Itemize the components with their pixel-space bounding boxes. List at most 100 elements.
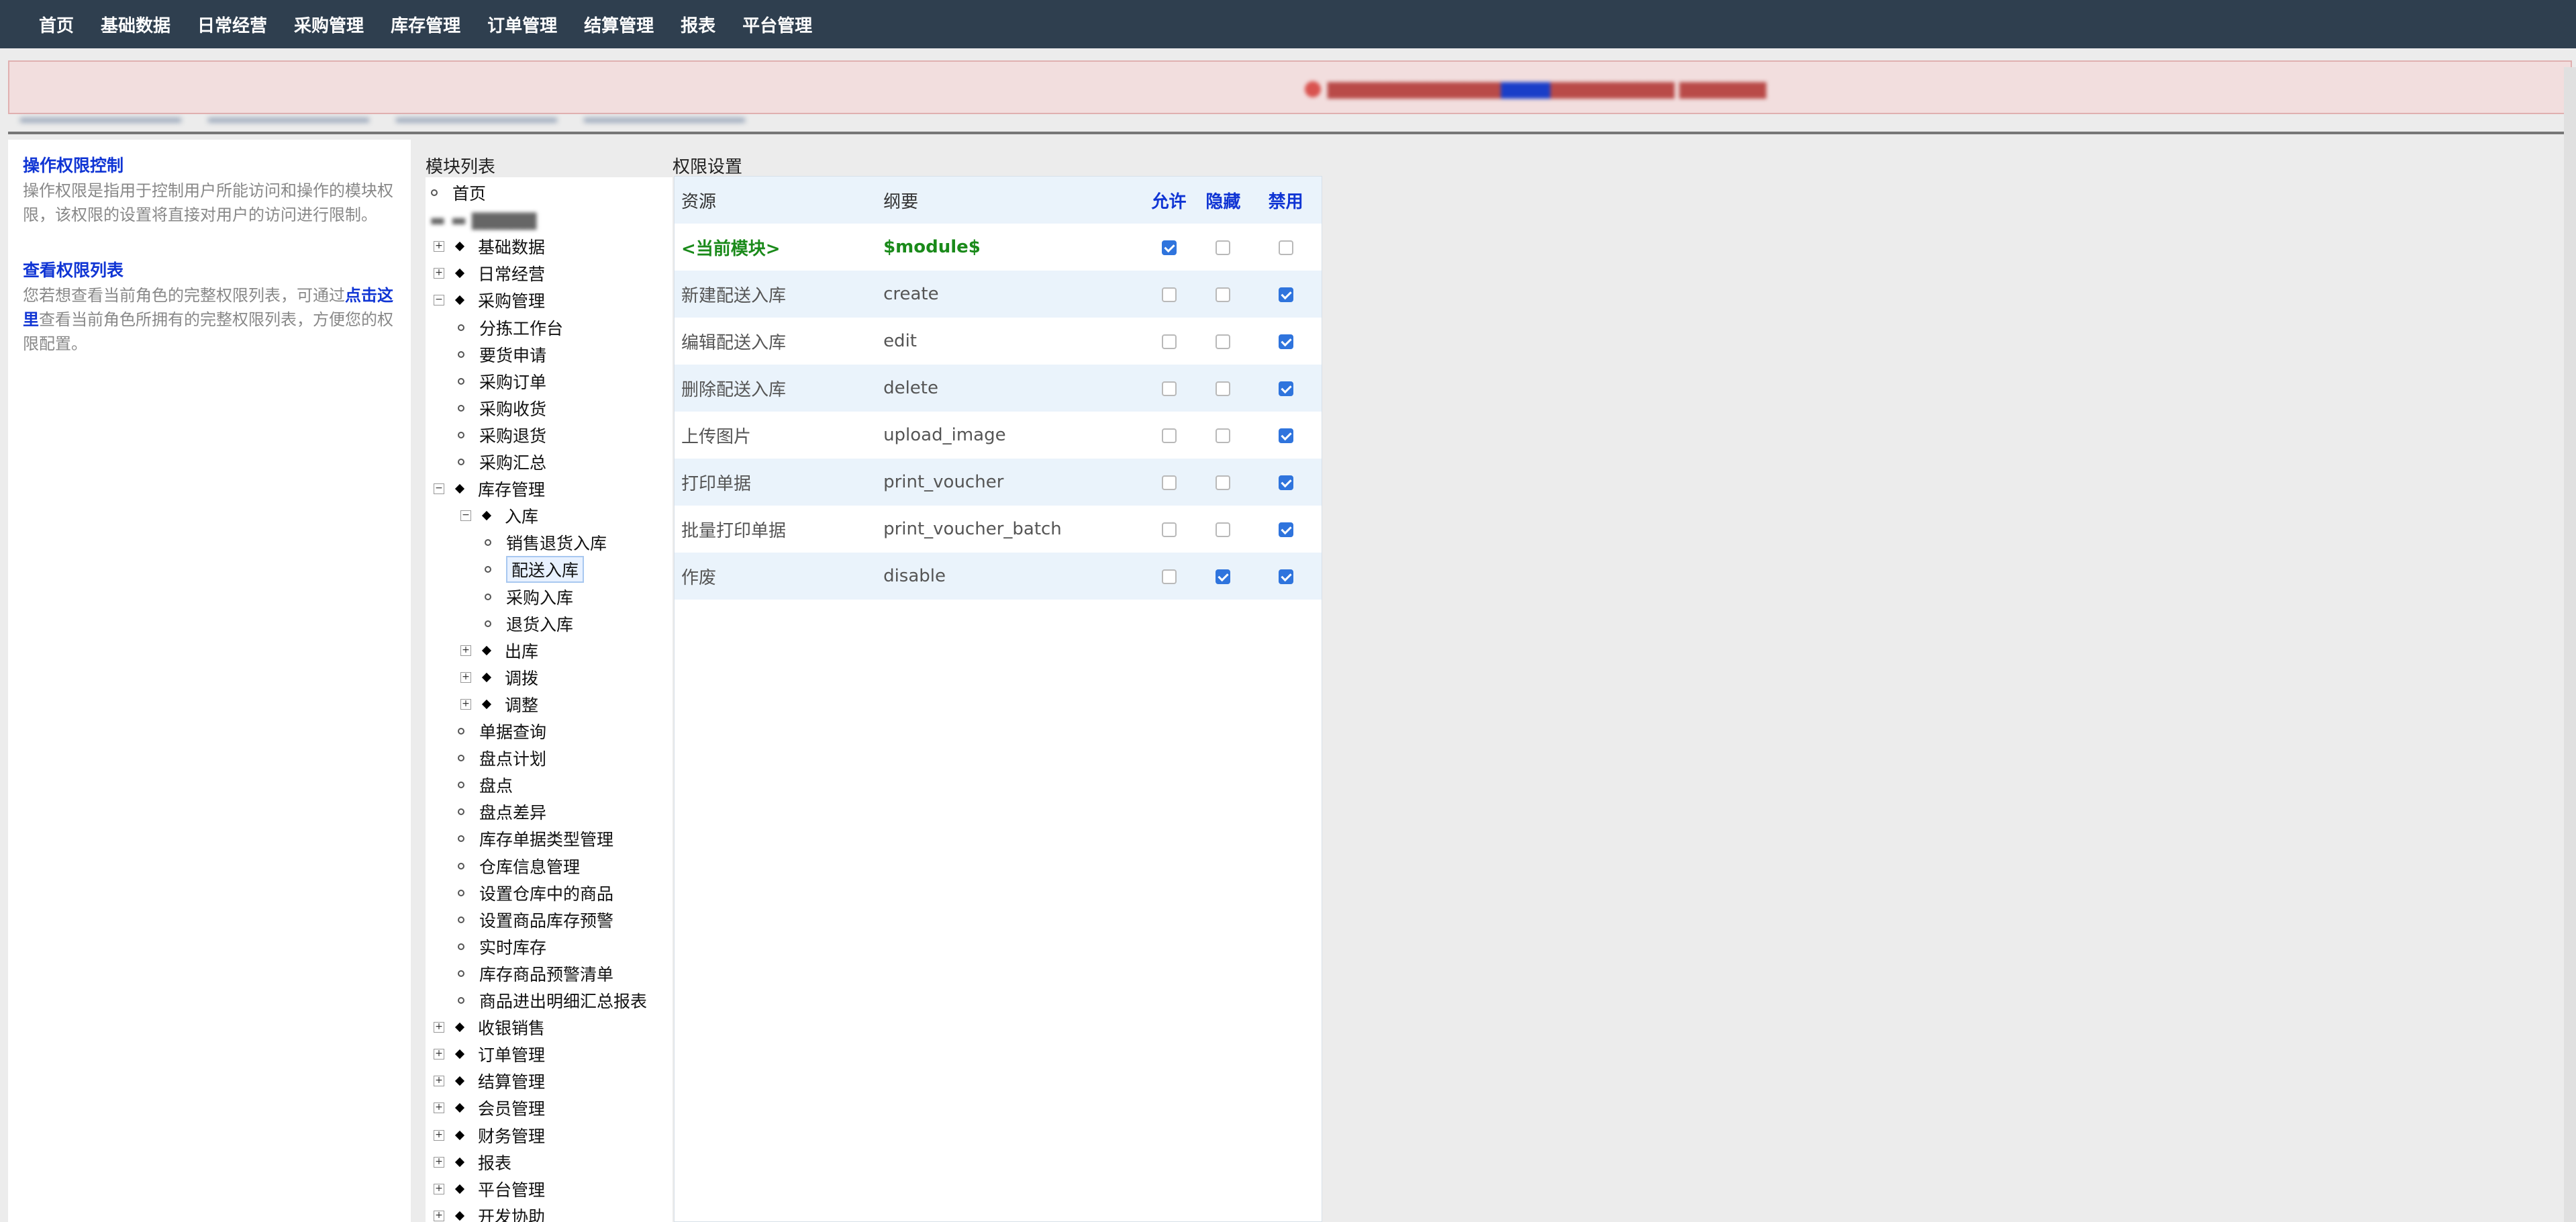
tree-item[interactable]: 实时库存 (458, 934, 546, 959)
tree-item[interactable]: + 收银销售 (426, 1015, 545, 1040)
scrollbar-track[interactable] (2564, 67, 2576, 1222)
tree-item[interactable]: + 出库 (426, 638, 538, 663)
deny-checkbox[interactable] (1278, 428, 1293, 443)
col-hide[interactable]: 隐藏 (1196, 177, 1250, 224)
allow-checkbox[interactable] (1161, 334, 1177, 349)
collapse-icon[interactable]: − (460, 510, 471, 522)
tree-item[interactable]: + 订单管理 (426, 1041, 545, 1067)
deny-checkbox[interactable] (1278, 569, 1293, 584)
tree-item-label: 配送入库 (506, 556, 585, 583)
expand-icon[interactable]: + (434, 268, 444, 279)
tree-item-label: 平台管理 (478, 1180, 546, 1200)
hide-checkbox[interactable] (1216, 522, 1231, 537)
nav-item[interactable]: 报表 (681, 12, 715, 37)
tree-item[interactable]: 配送入库 (485, 556, 585, 583)
allow-checkbox[interactable] (1161, 240, 1177, 255)
expand-icon[interactable]: + (460, 671, 471, 683)
expand-icon[interactable]: + (434, 241, 444, 252)
hide-checkbox[interactable] (1216, 569, 1231, 584)
tree-item[interactable]: + 财务管理 (426, 1123, 545, 1148)
tree-item[interactable]: + 会员管理 (426, 1095, 545, 1121)
expand-icon[interactable]: + (434, 1022, 444, 1033)
nav-item[interactable]: 平台管理 (742, 12, 812, 37)
tree-item[interactable]: + 基础数据 (426, 234, 545, 259)
tree-item[interactable]: 盘点差异 (458, 799, 546, 825)
expand-icon[interactable]: + (434, 1076, 444, 1087)
deny-checkbox[interactable] (1278, 475, 1293, 490)
deny-checkbox[interactable] (1278, 334, 1293, 349)
hide-checkbox[interactable] (1216, 334, 1231, 349)
tree-item[interactable]: 采购退货 (458, 422, 546, 448)
nav-item[interactable]: 基础数据 (101, 12, 170, 37)
tree-item[interactable]: 首页 (431, 180, 486, 205)
tree-item[interactable]: + 结算管理 (426, 1068, 545, 1094)
collapse-icon[interactable]: − (434, 295, 444, 306)
expand-icon[interactable]: + (434, 1102, 444, 1114)
resource-summary: upload_image (883, 425, 1006, 445)
tree-item[interactable]: − 入库 (426, 503, 538, 528)
collapse-icon[interactable]: − (434, 483, 444, 495)
expand-icon[interactable]: + (460, 698, 471, 710)
tree-item[interactable]: 要货申请 (458, 342, 546, 367)
tree-item[interactable]: 设置商品库存预警 (458, 907, 613, 933)
expand-icon[interactable]: + (434, 1129, 444, 1141)
allow-checkbox[interactable] (1161, 522, 1177, 537)
deny-checkbox[interactable] (1278, 522, 1293, 537)
tree-item[interactable]: + 平台管理 (426, 1176, 545, 1202)
tree-item[interactable]: 盘点计划 (458, 745, 546, 771)
tree-item[interactable]: 盘点 (458, 772, 513, 798)
allow-checkbox[interactable] (1161, 475, 1177, 490)
expand-icon[interactable]: + (434, 1183, 444, 1194)
hide-checkbox[interactable] (1216, 475, 1231, 490)
tree-item[interactable]: 采购收货 (458, 395, 546, 421)
nav-item[interactable]: 日常经营 (197, 12, 267, 37)
nav-item[interactable]: 订单管理 (487, 12, 557, 37)
tree-item[interactable]: − 采购管理 (426, 287, 545, 313)
tree-item[interactable]: + 开发协助 (426, 1203, 545, 1222)
cell-allow (1141, 459, 1197, 506)
tree-item[interactable]: 采购订单 (458, 369, 546, 394)
nav-item[interactable]: 采购管理 (294, 12, 364, 37)
tree-item[interactable]: 商品进出明细汇总报表 (458, 988, 647, 1013)
tree-item-redacted: ▬ ▬ ▇▇▇▇▇ (430, 209, 537, 230)
tree-item[interactable]: + 日常经营 (426, 261, 545, 286)
expand-icon[interactable]: + (460, 645, 471, 656)
leaf-node-icon (458, 377, 464, 385)
hide-checkbox[interactable] (1216, 287, 1231, 302)
allow-checkbox[interactable] (1161, 569, 1177, 584)
tree-item[interactable]: 库存商品预警清单 (458, 961, 613, 986)
expand-icon[interactable]: + (434, 1049, 444, 1060)
tree-item[interactable]: 库存单据类型管理 (458, 826, 613, 851)
tree-item[interactable]: 仓库信息管理 (458, 853, 580, 879)
deny-checkbox[interactable] (1278, 240, 1293, 255)
tree-item[interactable]: + 报表 (426, 1149, 511, 1175)
tree-item-label: 报表 (478, 1153, 512, 1173)
hide-checkbox[interactable] (1216, 240, 1231, 255)
col-allow[interactable]: 允许 (1141, 177, 1197, 224)
deny-checkbox[interactable] (1278, 287, 1293, 302)
nav-item[interactable]: 结算管理 (584, 12, 654, 37)
expand-icon[interactable]: + (434, 1156, 444, 1168)
tree-item[interactable]: − 库存管理 (426, 476, 545, 502)
tree-item[interactable]: 退货入库 (485, 611, 573, 637)
tree-item[interactable]: + 调整 (426, 692, 538, 717)
allow-checkbox[interactable] (1161, 287, 1177, 302)
tree-item[interactable]: 设置仓库中的商品 (458, 880, 613, 906)
col-deny[interactable]: 禁用 (1250, 177, 1322, 224)
tree-item[interactable]: 采购入库 (485, 584, 573, 610)
nav-item[interactable]: 库存管理 (391, 12, 460, 37)
hide-checkbox[interactable] (1216, 381, 1231, 396)
tree-item[interactable]: 销售退货入库 (485, 530, 607, 555)
tree-item[interactable]: 分拣工作台 (458, 315, 563, 340)
nav-item[interactable]: 首页 (39, 12, 74, 37)
allow-checkbox[interactable] (1161, 428, 1177, 443)
deny-checkbox[interactable] (1278, 381, 1293, 396)
expand-icon[interactable]: + (434, 1210, 444, 1221)
tree-item[interactable]: + 调拨 (426, 665, 538, 690)
tree-item-label: 库存商品预警清单 (479, 964, 614, 984)
tree-item[interactable]: 采购汇总 (458, 449, 546, 475)
permission-row: 打印单据 print_voucher (675, 459, 1322, 506)
hide-checkbox[interactable] (1216, 428, 1231, 443)
allow-checkbox[interactable] (1161, 381, 1177, 396)
tree-item[interactable]: 单据查询 (458, 718, 546, 744)
